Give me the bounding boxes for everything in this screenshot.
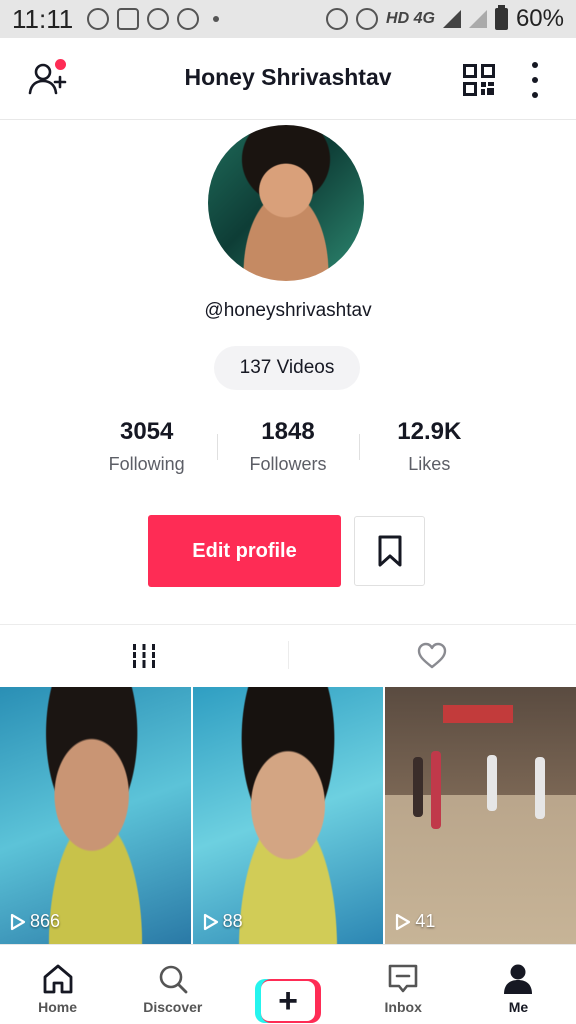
video-thumbnail[interactable]: 41 xyxy=(385,687,576,944)
stat-value: 12.9K xyxy=(397,418,462,445)
play-icon xyxy=(10,913,26,930)
qr-code-icon xyxy=(463,64,495,96)
nav-label: Home xyxy=(38,999,78,1015)
grid-icon xyxy=(131,643,157,668)
more-icon xyxy=(532,92,538,98)
battery-icon xyxy=(494,5,508,30)
nav-label: Me xyxy=(508,999,529,1015)
stat-value: 3054 xyxy=(119,418,174,445)
signal-icon xyxy=(468,10,487,28)
videos-count-badge[interactable]: 137 Videos xyxy=(214,346,360,390)
gallery-icon xyxy=(117,8,140,30)
view-count: 88 xyxy=(203,911,243,932)
stat-label: Following xyxy=(108,454,185,474)
edit-profile-button[interactable]: Edit profile xyxy=(148,515,341,587)
profile-stats: 3054 Following 1848 Followers 12.9K Like… xyxy=(76,418,500,484)
avatar[interactable] xyxy=(208,125,364,281)
video-thumbnail[interactable]: 866 xyxy=(0,687,191,944)
nav-inbox[interactable]: Inbox xyxy=(346,945,461,1024)
create-video-button[interactable]: + xyxy=(255,979,321,1023)
messenger-icon xyxy=(177,8,200,30)
thumbnail-sign xyxy=(443,705,514,723)
nav-home[interactable]: Home xyxy=(0,945,115,1024)
alarm-icon xyxy=(326,8,349,30)
stat-label: Followers xyxy=(249,454,327,474)
play-icon xyxy=(396,913,411,930)
thumbnail-person xyxy=(413,757,424,817)
nav-create[interactable]: + xyxy=(230,945,345,1024)
network-type: HD 4G xyxy=(386,10,435,27)
view-count: 866 xyxy=(10,911,60,932)
more-options-button[interactable] xyxy=(525,62,545,98)
inbox-icon xyxy=(388,964,418,993)
bottom-nav: Home Discover + Inbox Me xyxy=(0,944,576,1024)
messenger-icon xyxy=(147,8,170,30)
view-count: 41 xyxy=(395,911,435,932)
heart-icon xyxy=(417,642,447,668)
profile-header: Honey Shrivashtav xyxy=(0,38,576,120)
qr-code-button[interactable] xyxy=(463,64,495,96)
system-icons: HD 4G 60% xyxy=(326,5,564,33)
bookmark-icon xyxy=(378,535,401,567)
more-notifications-dot xyxy=(213,16,220,22)
video-thumbnail[interactable]: 88 xyxy=(192,687,384,944)
content-tabs xyxy=(0,624,576,686)
thumbnail-person xyxy=(487,755,498,811)
headphones-icon xyxy=(356,8,379,30)
more-icon xyxy=(532,77,538,83)
thumbnail-person xyxy=(535,757,546,819)
nav-discover[interactable]: Discover xyxy=(115,945,230,1024)
status-bar: 11:11 HD 4G 60% xyxy=(0,0,576,38)
username: @honeyshrivashtav xyxy=(204,300,372,321)
search-icon xyxy=(159,965,188,994)
more-icon xyxy=(532,62,538,68)
stat-followers[interactable]: 1848 Followers xyxy=(217,418,358,484)
nav-label: Inbox xyxy=(384,999,422,1015)
profile-icon xyxy=(504,964,533,994)
view-count-value: 866 xyxy=(30,911,61,931)
whatsapp-icon xyxy=(87,8,110,30)
nav-me[interactable]: Me xyxy=(461,945,576,1024)
stat-likes[interactable]: 12.9K Likes xyxy=(358,418,500,484)
thumbnail-person xyxy=(431,751,442,829)
plus-icon: + xyxy=(261,981,315,1021)
status-time: 11:11 xyxy=(12,3,74,34)
home-icon xyxy=(43,964,72,994)
tab-liked[interactable] xyxy=(288,625,576,686)
battery-percent: 60% xyxy=(515,5,564,32)
video-grid: 866 88 41 xyxy=(0,687,576,944)
view-count-value: 41 xyxy=(415,911,436,931)
play-icon xyxy=(203,913,218,930)
stat-following[interactable]: 3054 Following xyxy=(76,418,217,484)
notification-icons xyxy=(87,8,220,30)
favorites-button[interactable] xyxy=(354,516,425,586)
view-count-value: 88 xyxy=(222,911,243,931)
nav-label: Discover xyxy=(143,999,203,1015)
tab-videos[interactable] xyxy=(0,625,288,686)
stat-label: Likes xyxy=(408,454,451,474)
stat-value: 1848 xyxy=(261,418,315,445)
signal-icon xyxy=(442,10,461,28)
